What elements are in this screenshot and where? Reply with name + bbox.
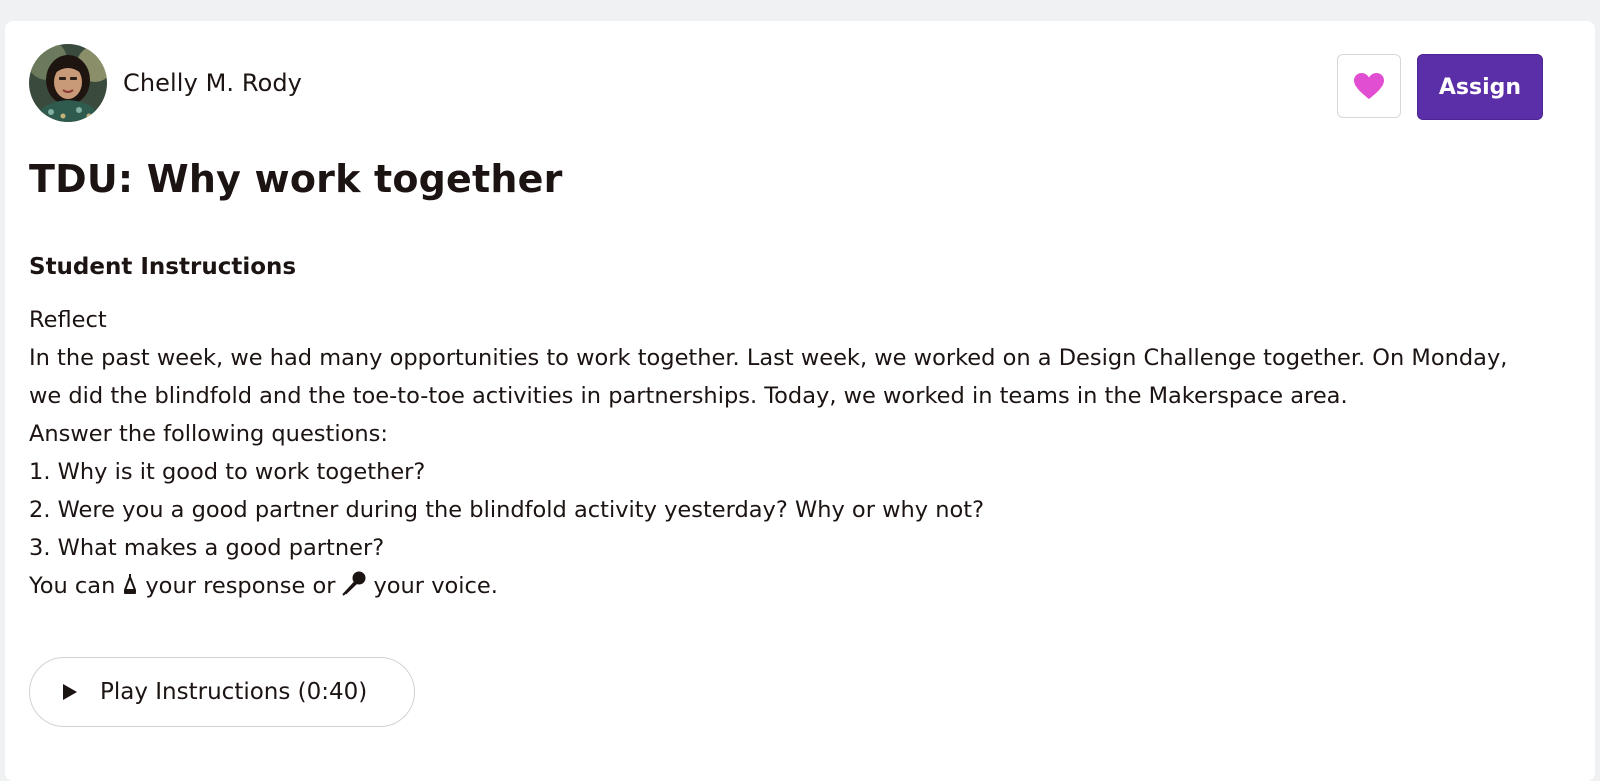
response-text-3: your voice. <box>373 573 498 599</box>
instructions-paragraph: In the past week, we had many opportunit… <box>29 345 1508 409</box>
author-avatar <box>29 44 107 122</box>
activity-card: Chelly M. Rody Assign TDU: Why work toge… <box>5 21 1595 781</box>
question-item: 2. Were you a good partner during the bl… <box>29 497 985 523</box>
play-instructions-button[interactable]: Play Instructions (0:40) <box>29 657 415 727</box>
instructions-prompt: Answer the following questions: <box>29 421 388 447</box>
pen-icon <box>121 570 139 608</box>
instructions-body: Reflect In the past week, we had many op… <box>29 301 1519 608</box>
activity-title: TDU: Why work together <box>29 157 563 201</box>
question-item: 3. What makes a good partner? <box>29 535 385 561</box>
response-text-2: your response or <box>145 573 336 599</box>
heart-icon <box>1354 73 1384 99</box>
instructions-reflect: Reflect <box>29 307 107 333</box>
response-options-line: You can your response or your voice. <box>29 567 1519 608</box>
author-header: Chelly M. Rody <box>29 44 302 122</box>
play-instructions-label: Play Instructions (0:40) <box>100 679 368 705</box>
play-icon <box>63 684 77 700</box>
favorite-button[interactable] <box>1337 54 1401 118</box>
instructions-heading: Student Instructions <box>29 254 297 280</box>
microphone-icon <box>341 570 367 608</box>
author-name: Chelly M. Rody <box>123 69 302 97</box>
assign-button[interactable]: Assign <box>1417 54 1543 120</box>
response-text-1: You can <box>29 573 116 599</box>
card-actions: Assign <box>1337 54 1543 120</box>
question-item: 1. Why is it good to work together? <box>29 459 426 485</box>
